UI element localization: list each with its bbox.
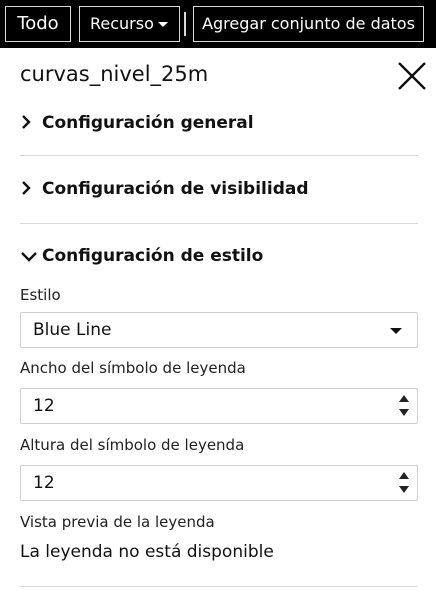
caret-down-icon (158, 22, 168, 27)
spin-up-icon[interactable] (399, 395, 409, 402)
style-select-value: Blue Line (33, 320, 112, 340)
divider (20, 586, 418, 587)
style-select[interactable]: Blue Line (20, 312, 418, 348)
top-toolbar: Todo Recurso Agregar conjunto de datos (0, 0, 436, 48)
section-visibility-settings[interactable]: Configuración de visibilidad (20, 179, 309, 201)
legend-height-label: Altura del símbolo de leyenda (20, 436, 245, 454)
chevron-down-icon (20, 248, 38, 268)
legend-preview-label: Vista previa de la leyenda (20, 513, 215, 531)
recurso-button-label: Recurso (90, 14, 154, 33)
legend-preview-text: La leyenda no está disponible (20, 542, 274, 562)
number-spinner[interactable] (397, 393, 411, 419)
section-visibility-label: Configuración de visibilidad (42, 179, 309, 199)
legend-height-value: 12 (33, 473, 55, 493)
spin-down-icon[interactable] (399, 409, 409, 416)
spin-up-icon[interactable] (399, 472, 409, 479)
toolbar-separator (184, 12, 186, 36)
section-style-label: Configuración de estilo (42, 246, 264, 266)
spin-down-icon[interactable] (399, 486, 409, 493)
chevron-right-icon (20, 114, 38, 135)
legend-height-input[interactable]: 12 (20, 465, 418, 501)
divider (20, 223, 418, 224)
section-general-settings[interactable]: Configuración general (20, 113, 254, 135)
caret-down-icon (390, 328, 402, 334)
close-icon[interactable] (396, 60, 428, 92)
legend-width-label: Ancho del símbolo de leyenda (20, 359, 246, 377)
section-style-settings[interactable]: Configuración de estilo (20, 246, 263, 268)
chevron-right-icon (20, 180, 38, 201)
legend-width-input[interactable]: 12 (20, 388, 418, 424)
number-spinner[interactable] (397, 470, 411, 496)
add-dataset-button[interactable]: Agregar conjunto de datos (193, 6, 424, 42)
recurso-dropdown-button[interactable]: Recurso (79, 6, 180, 42)
layer-title: curvas_nivel_25m (20, 62, 209, 86)
section-general-label: Configuración general (42, 113, 254, 133)
divider (20, 155, 418, 156)
todo-button[interactable]: Todo (5, 6, 71, 42)
style-label: Estilo (20, 286, 61, 304)
legend-width-value: 12 (33, 396, 55, 416)
